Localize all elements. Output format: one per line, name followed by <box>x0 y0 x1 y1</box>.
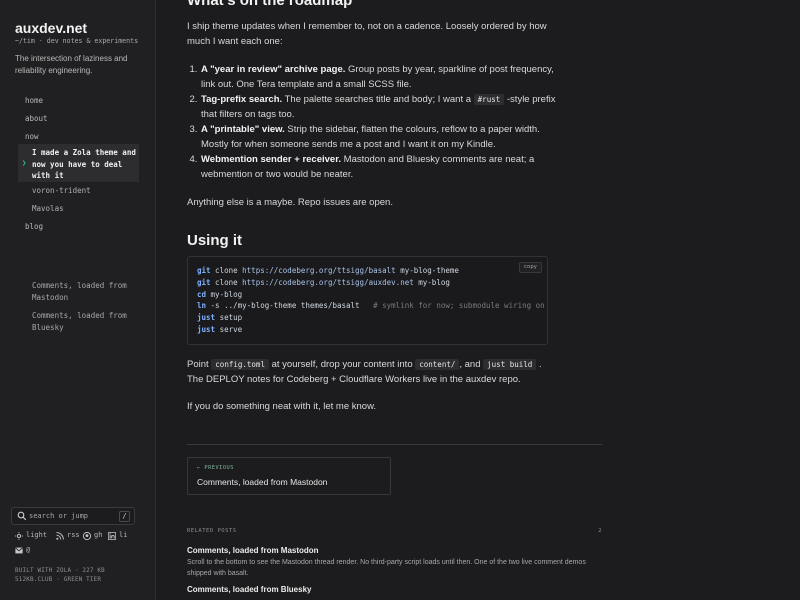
built-line-1: BUILT WITH ZOLA · 227 KB <box>15 568 105 574</box>
code-content: git clone https://codeberg.org/ttsigg/ba… <box>197 265 548 336</box>
nav-current-post-label: I made a Zola theme and now you have to … <box>32 148 136 180</box>
roadmap-list: A "year in review" archive page. Group p… <box>187 62 562 182</box>
usage-paragraph: Point config.toml at yourself, drop your… <box>187 359 542 385</box>
closing-paragraph: If you do something neat with it, let me… <box>187 401 377 412</box>
code-line: just setup <box>197 313 243 323</box>
search-placeholder: search or jump <box>29 512 89 520</box>
nav-current-post[interactable]: ❯ I made a Zola theme and now you have t… <box>18 144 139 182</box>
deploy-note: The DEPLOY notes for Codeberg + Cloudfla… <box>187 374 521 385</box>
nav-post-mastodon[interactable]: Comments, loaded from Mastodon <box>32 280 142 303</box>
section-heading-using-it: Using it <box>187 232 242 249</box>
code-line: git clone https://codeberg.org/ttsigg/ba… <box>197 266 459 275</box>
related-post-desc: Scroll to the bottom to see the Mastodon… <box>187 559 586 577</box>
related-count: 2 <box>598 528 602 534</box>
code-line: cd my-blog <box>197 289 243 299</box>
roadmap-intro: I ship theme updates when I remember to,… <box>187 21 547 47</box>
rss-icon <box>56 532 64 540</box>
inline-code: #rust <box>473 94 505 105</box>
site-tagline: The intersection of laziness and reliabi… <box>15 54 128 75</box>
inline-code: config.toml <box>211 359 269 370</box>
roadmap-item: Tag-prefix search. The palette searches … <box>200 92 562 122</box>
roadmap-item-title: Webmention sender + receiver. <box>201 154 342 165</box>
roadmap-item-title: A "printable" view. <box>201 124 285 135</box>
sidebar: auxdev.net ~/tim · dev notes & experimen… <box>0 0 156 600</box>
nav-project-mavolas[interactable]: Mavolas <box>32 204 64 213</box>
nav-about[interactable]: about <box>25 114 48 123</box>
related-post[interactable]: Comments, loaded from Mastodon Scroll to… <box>187 546 607 579</box>
previous-label: ← PREVIOUS <box>197 465 234 471</box>
nav-now[interactable]: now <box>25 132 39 141</box>
related-post-title[interactable]: Comments, loaded from Bluesky <box>187 585 607 594</box>
nav-home[interactable]: home <box>25 96 43 105</box>
linkedin-icon <box>108 532 116 540</box>
rss-link[interactable]: rss <box>67 531 80 539</box>
code-line: ln -s ../my-blog-theme themes/basalt # s… <box>197 301 548 311</box>
related-post-title[interactable]: Comments, loaded from Mastodon <box>187 546 607 555</box>
built-with-footer: BUILT WITH ZOLA · 227 KB 512KB.CLUB · GR… <box>15 567 105 585</box>
inline-code: content/ <box>415 359 460 370</box>
mail-icon <box>15 547 23 554</box>
theme-toggle[interactable]: light <box>26 531 47 539</box>
nav-post-bluesky[interactable]: Comments, loaded from Bluesky <box>32 310 142 333</box>
nav-project-voron-trident[interactable]: voron-trident <box>32 186 91 195</box>
previous-post-card[interactable]: ← PREVIOUS Comments, loaded from Mastodo… <box>187 457 391 495</box>
code-line: just serve <box>197 324 243 334</box>
code-line: git clone https://codeberg.org/ttsigg/au… <box>197 277 450 287</box>
section-heading-roadmap: What's on the roadmap <box>187 0 353 9</box>
chevron-right-icon: ❯ <box>22 159 27 167</box>
article-main: What's on the roadmap I ship theme updat… <box>157 0 800 600</box>
inline-code: just build <box>483 359 537 370</box>
linkedin-link[interactable]: li <box>119 531 127 539</box>
divider <box>187 444 602 445</box>
roadmap-item-title: Tag-prefix search. <box>201 94 283 105</box>
roadmap-item-title: A "year in review" archive page. <box>201 64 346 75</box>
previous-title: Comments, loaded from Mastodon <box>197 477 328 487</box>
roadmap-item: A "year in review" archive page. Group p… <box>200 62 562 92</box>
related-posts-heading: RELATED POSTS 2 <box>187 528 602 534</box>
search-shortcut-key: / <box>119 511 130 522</box>
roadmap-item: Webmention sender + receiver. Mastodon a… <box>200 152 562 182</box>
nav-blog[interactable]: blog <box>25 222 43 231</box>
roadmap-item-text: The palette searches title and body; I w… <box>282 94 474 105</box>
github-link[interactable]: gh <box>94 531 102 539</box>
roadmap-item: A "printable" view. Strip the sidebar, f… <box>200 122 562 152</box>
github-icon <box>83 532 91 540</box>
roadmap-afterword: Anything else is a maybe. Repo issues ar… <box>187 197 393 208</box>
email-label: @ <box>26 546 31 554</box>
search-box[interactable]: search or jump / <box>11 507 135 525</box>
related-post[interactable]: Comments, loaded from Bluesky <box>187 585 607 594</box>
built-line-2: 512KB.CLUB · GREEN TIER <box>15 577 102 583</box>
site-title[interactable]: auxdev.net <box>15 20 87 36</box>
sun-icon <box>15 532 23 540</box>
search-icon <box>17 511 27 521</box>
site-subtitle: ~/tim · dev notes & experiments <box>15 37 139 45</box>
code-block[interactable]: copy git clone https://codeberg.org/ttsi… <box>187 256 548 345</box>
related-heading-label: RELATED POSTS <box>187 528 237 534</box>
